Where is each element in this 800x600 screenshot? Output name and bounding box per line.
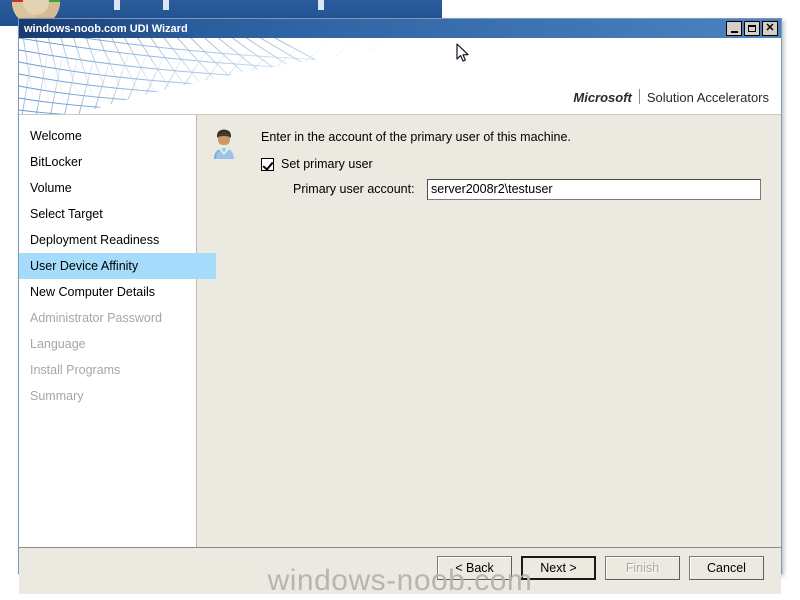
primary-user-account-input[interactable] [427,178,761,200]
screen: windows-noob.com UDI Wizard ✕ Microsoft … [0,0,800,600]
sidebar-item-new-computer-details[interactable]: New Computer Details [19,279,196,305]
sidebar-item-deployment-readiness[interactable]: Deployment Readiness [19,227,196,253]
wizard-body: Welcome BitLocker Volume Select Target D… [19,115,781,547]
minimize-icon [730,30,738,33]
set-primary-user-checkbox[interactable] [261,157,274,171]
sidebar-item-bitlocker[interactable]: BitLocker [19,149,196,175]
back-button[interactable]: < Back [437,556,512,580]
primary-user-account-label: Primary user account: [293,182,415,196]
taskbar-tick [163,0,169,10]
wizard-footer: < Back Next > Finish Cancel [19,547,781,594]
wizard-banner: Microsoft Solution Accelerators [19,38,781,115]
microsoft-wordmark: Microsoft [573,90,632,105]
window-controls: ✕ [726,21,778,36]
minimize-button[interactable] [726,21,742,36]
close-button[interactable]: ✕ [762,21,778,36]
sidebar-item-language: Language [30,337,86,351]
brand-lockup: Microsoft Solution Accelerators [573,87,769,105]
brand-divider [638,89,640,104]
sidebar-item-summary: Summary [30,389,84,403]
set-primary-user-label: Set primary user [281,157,373,171]
close-icon: ✕ [765,22,775,34]
finish-button: Finish [605,556,680,580]
window-title: windows-noob.com UDI Wizard [24,22,188,35]
sidebar-item-volume[interactable]: Volume [19,175,196,201]
solution-accelerators-label: Solution Accelerators [646,90,769,105]
sidebar-item-administrator-password: Administrator Password [30,311,162,325]
user-avatar-icon [208,128,240,160]
next-button[interactable]: Next > [521,556,596,580]
taskbar-tick [318,0,324,10]
wizard-content-panel: Enter in the account of the primary user… [197,115,781,547]
sidebar-item-select-target[interactable]: Select Target [19,201,196,227]
mesh-lattice-graphic [19,38,439,114]
instruction-text: Enter in the account of the primary user… [261,130,571,144]
wizard-sidebar: Welcome BitLocker Volume Select Target D… [19,115,216,547]
cancel-button[interactable]: Cancel [689,556,764,580]
maximize-button[interactable] [744,21,760,36]
sidebar-item-welcome[interactable]: Welcome [19,123,196,149]
wizard-button-bar: < Back Next > Finish Cancel [437,556,764,580]
wizard-window: windows-noob.com UDI Wizard ✕ Microsoft … [18,18,782,594]
taskbar-tick [114,0,120,10]
sidebar-item-user-device-affinity[interactable]: User Device Affinity [19,253,216,279]
title-bar[interactable]: windows-noob.com UDI Wizard ✕ [19,19,781,38]
maximize-icon [748,25,756,32]
sidebar-item-install-programs: Install Programs [30,363,121,377]
set-primary-user-row[interactable]: Set primary user [261,157,373,171]
